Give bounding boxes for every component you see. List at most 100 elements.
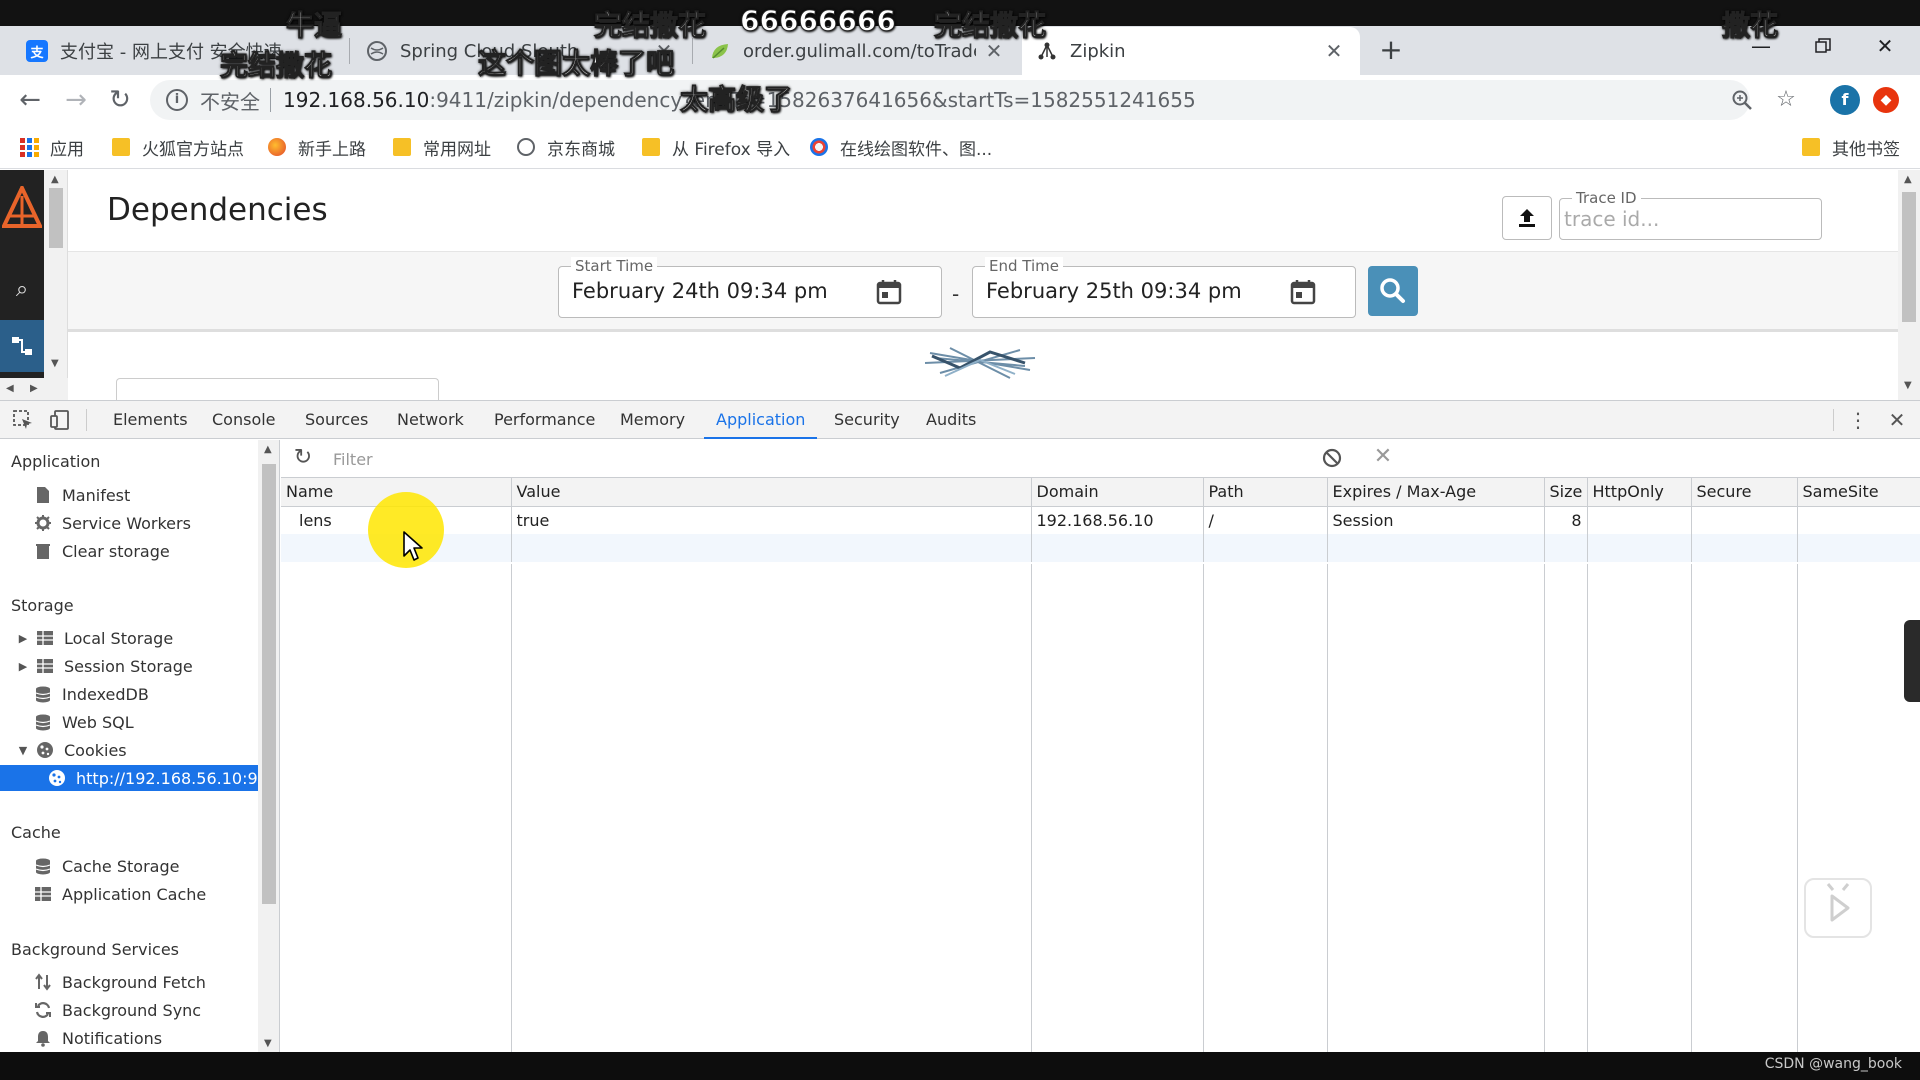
tab-performance[interactable]: Performance [482, 401, 607, 439]
expand-arrow-icon[interactable]: ▶ [16, 632, 30, 645]
sidebar-item-notifications[interactable]: Notifications [0, 1025, 258, 1051]
column-header-path[interactable]: Path [1203, 478, 1328, 507]
sidebar-scrollbar[interactable]: ▲ ▼ [258, 440, 279, 1053]
sidebar-item-application-cache[interactable]: Application Cache [0, 881, 258, 907]
column-header-size[interactable]: Size [1544, 478, 1588, 507]
tab-audits[interactable]: Audits [914, 401, 988, 439]
sidebar-item-background-fetch[interactable]: Background Fetch [0, 969, 258, 995]
cell-path[interactable]: / [1203, 506, 1328, 534]
sidebar-item-indexeddb[interactable]: IndexedDB [0, 681, 258, 707]
calendar-icon[interactable] [876, 279, 902, 305]
search-nav-icon[interactable]: ⌕ [0, 268, 44, 312]
tab-elements[interactable]: Elements [101, 401, 200, 439]
page-scrollbar[interactable]: ▲ ▼ [1898, 170, 1920, 400]
column-header-domain[interactable]: Domain [1031, 478, 1204, 507]
page-horizontal-scrollbar[interactable]: ◀ ▶ [0, 378, 68, 400]
column-header-value[interactable]: Value [511, 478, 1032, 507]
bookmark-firefox-import[interactable]: 从 Firefox 导入 [642, 133, 790, 161]
trace-id-field[interactable]: Trace ID trace id... [1559, 189, 1822, 240]
start-time-value: February 24th 09:34 pm [572, 279, 828, 303]
bookmark-firefox-official[interactable]: 火狐官方站点 [112, 133, 244, 161]
play-widget[interactable] [1804, 878, 1872, 938]
collapse-arrow-icon[interactable]: ▼ [16, 744, 30, 757]
cell-expires[interactable]: Session [1327, 506, 1545, 534]
sidebar-item-web-sql[interactable]: Web SQL [0, 709, 258, 735]
empty-row[interactable] [281, 534, 1920, 562]
cookies-table: Name Value Domain Path Expires / Max-Age… [281, 478, 1920, 562]
danmaku-comment: 撒花 [1721, 9, 1779, 43]
bookmark-jd[interactable]: 京东商城 [517, 133, 615, 161]
tab-console[interactable]: Console [200, 401, 288, 439]
sidebar-item-service-workers[interactable]: Service Workers [0, 510, 258, 536]
column-header-secure[interactable]: Secure [1691, 478, 1798, 507]
refresh-icon[interactable]: ↻ [291, 446, 315, 470]
column-header-httponly[interactable]: HttpOnly [1587, 478, 1692, 507]
tab-security[interactable]: Security [822, 401, 912, 439]
table-grid-icon [35, 887, 51, 901]
cell-domain[interactable]: 192.168.56.10 [1031, 506, 1204, 534]
restore-icon[interactable] [1800, 30, 1846, 62]
column-header-expires[interactable]: Expires / Max-Age [1327, 478, 1545, 507]
bookmark-common-sites[interactable]: 常用网址 [393, 133, 491, 161]
expand-arrow-icon[interactable]: ▶ [16, 660, 30, 673]
sidebar-item-manifest[interactable]: Manifest [0, 482, 258, 508]
tab-close-icon[interactable]: ✕ [1322, 39, 1346, 63]
sidebar-item-session-storage[interactable]: ▶ Session Storage [0, 653, 258, 679]
tab-memory[interactable]: Memory [608, 401, 697, 439]
device-toolbar-icon[interactable] [49, 409, 71, 431]
sidebar-item-background-sync[interactable]: Background Sync [0, 997, 258, 1023]
bookmark-getting-started[interactable]: 新手上路 [268, 133, 366, 161]
filter-input[interactable] [327, 445, 1307, 473]
window-close-icon[interactable]: ✕ [1862, 30, 1908, 62]
danmaku-comment: 完结撒花 [219, 49, 333, 83]
cell-samesite[interactable] [1797, 506, 1920, 534]
delete-selected-icon[interactable]: ✕ [1371, 444, 1395, 472]
tab-sources[interactable]: Sources [293, 401, 380, 439]
new-tab-button[interactable]: + [1372, 32, 1410, 70]
address-bar[interactable]: i 不安全 192.168.56.10:9411/zipkin/dependen… [150, 80, 1750, 120]
end-time-field[interactable]: End Time February 25th 09:34 pm [972, 257, 1356, 318]
upload-button[interactable] [1502, 196, 1552, 240]
column-header-samesite[interactable]: SameSite [1797, 478, 1920, 507]
cookies-view: ↻ ✕ Name Value Domain Path Expires / Max… [281, 440, 1920, 1053]
table-row[interactable]: lens true 192.168.56.10 / Session 8 [281, 506, 1920, 534]
calendar-icon[interactable] [1290, 279, 1316, 305]
reload-icon[interactable]: ↻ [102, 83, 138, 119]
cell-httponly[interactable] [1587, 506, 1692, 534]
devtools-close-icon[interactable]: ✕ [1886, 401, 1908, 439]
sidebar-item-local-storage[interactable]: ▶ Local Storage [0, 625, 258, 651]
bookmark-other[interactable]: 其他书签 [1802, 133, 1900, 161]
sidebar-item-label: Background Fetch [62, 972, 206, 992]
inspect-element-icon[interactable] [12, 409, 34, 431]
cell-size[interactable]: 8 [1544, 506, 1588, 534]
bookmark-drawing[interactable]: 在线绘图软件、图... [810, 133, 992, 161]
back-arrow-icon[interactable]: ← [12, 83, 48, 119]
info-icon[interactable]: i [166, 89, 188, 111]
cell-value[interactable]: true [511, 506, 1032, 534]
extension-icon[interactable]: ◆ [1873, 87, 1899, 113]
clear-all-icon[interactable] [1321, 447, 1343, 469]
sidebar-item-cache-storage[interactable]: Cache Storage [0, 853, 258, 879]
tab-zipkin[interactable]: Zipkin ✕ [1022, 27, 1360, 75]
profile-avatar[interactable]: f [1830, 85, 1860, 115]
tab-network[interactable]: Network [385, 401, 476, 439]
zipkin-logo-icon[interactable] [2, 186, 42, 230]
forward-arrow-icon[interactable]: → [58, 83, 94, 119]
cell-secure[interactable] [1691, 506, 1798, 534]
start-time-field[interactable]: Start Time February 24th 09:34 pm [558, 257, 942, 318]
zoom-icon[interactable] [1726, 84, 1758, 116]
page-inner-scrollbar[interactable]: ▲ ▼ [44, 170, 68, 400]
dependencies-nav-icon[interactable] [0, 320, 44, 372]
sidebar-item-cookies[interactable]: ▼ Cookies [0, 737, 258, 763]
bookmark-apps[interactable]: 应用 [20, 133, 84, 161]
bookmark-label: 在线绘图软件、图... [840, 139, 993, 160]
side-widget[interactable] [1904, 620, 1920, 702]
search-button[interactable] [1368, 266, 1418, 316]
application-sidebar: Application Manifest Service Workers Cle… [0, 440, 280, 1053]
dependency-graph[interactable] [920, 338, 1040, 388]
sidebar-item-clear-storage[interactable]: Clear storage [0, 538, 258, 564]
tab-application[interactable]: Application [704, 401, 818, 439]
star-icon[interactable]: ☆ [1770, 84, 1802, 116]
more-options-icon[interactable]: ⋮ [1848, 401, 1868, 439]
sidebar-item-cookie-origin[interactable]: http://192.168.56.10:9411 [0, 765, 279, 791]
